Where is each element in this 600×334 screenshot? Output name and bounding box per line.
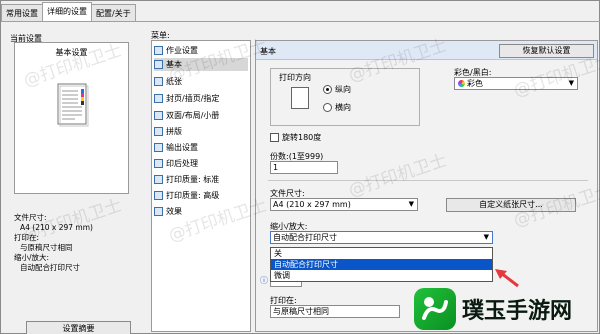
panel-title: 基本 — [260, 47, 276, 56]
quality-advanced-icon — [154, 191, 163, 200]
tab-divider — [1, 21, 600, 22]
copies-input[interactable]: 1 — [270, 161, 338, 174]
logo-badge-icon — [414, 288, 456, 330]
color-mode-value: 彩色 — [467, 79, 483, 88]
preview-title: 基本设置 — [55, 48, 88, 57]
zoom-dropdown-list: 关 自动配合打印尺寸 微调 — [270, 247, 493, 282]
file-size-select[interactable]: A4 (210 x 297 mm) ▼ — [270, 198, 418, 211]
summary-print-on-label: 打印在: — [14, 233, 40, 242]
rotate-180-label: 旋转180度 — [282, 133, 322, 142]
output-settings-icon — [154, 143, 163, 152]
menu-item-label: 双面/布局/小册 — [166, 111, 220, 120]
imposition-icon — [154, 127, 163, 136]
menu-item-effects[interactable]: 效果 — [154, 205, 248, 218]
menu-item-cover-insert[interactable]: 封页/插页/指定 — [154, 92, 248, 105]
preview-box: 基本设置 — [14, 42, 129, 194]
orientation-group: 打印方向 纵向 横向 — [270, 68, 420, 126]
site-logo: 璞玉手游网 — [414, 286, 598, 332]
portrait-label: 纵向 — [335, 85, 351, 94]
menu-item-output-settings[interactable]: 输出设置 — [154, 141, 248, 154]
current-settings-pane: 当前设置 基本设置 文件尺寸: A4 (210 x 297 mm) 打印在: 与… — [6, 25, 146, 334]
menu-item-label: 基本 — [166, 60, 182, 69]
menu-item-duplex-layout[interactable]: 双面/布局/小册 — [154, 109, 248, 122]
settings-summary: 文件尺寸: A4 (210 x 297 mm) 打印在: 与原稿尺寸相同 缩小/… — [14, 213, 134, 273]
summary-print-on-value: 与原稿尺寸相同 — [20, 243, 73, 252]
cover-insert-icon — [154, 94, 163, 103]
quality-standard-icon — [154, 175, 163, 184]
landscape-label: 横向 — [335, 103, 351, 112]
chevron-down-icon: ▼ — [568, 79, 574, 87]
printer-settings-window: 常用设置 详细的设置 配置/关于 当前设置 基本设置 文件尺寸: A4 (210… — [0, 0, 600, 334]
tab-detailed-settings[interactable]: 详细的设置 — [42, 2, 92, 21]
menu-item-quality-standard[interactable]: 打印质量: 标准 — [154, 173, 248, 186]
color-wheel-icon — [458, 80, 465, 87]
panel-header: 基本 恢复默认设置 — [256, 41, 597, 60]
menu-item-finishing[interactable]: 印后处理 — [154, 157, 248, 170]
summary-zoom-value: 自动配合打印尺寸 — [20, 263, 80, 272]
color-mode-select[interactable]: 彩色 ▼ — [454, 77, 578, 90]
paper-icon — [154, 77, 163, 86]
menu-item-label: 拼版 — [166, 127, 182, 136]
logo-text: 璞玉手游网 — [462, 299, 573, 324]
menu-item-paper[interactable]: 纸张 — [154, 75, 248, 88]
zoom-select[interactable]: 自动配合打印尺寸 ▼ — [270, 231, 493, 244]
chevron-down-icon: ▼ — [408, 200, 414, 208]
tab-common-settings[interactable]: 常用设置 — [1, 4, 43, 21]
settings-summary-button[interactable]: 设置摘要 — [26, 321, 131, 334]
menu-item-basic[interactable]: 基本 — [154, 58, 248, 71]
summary-zoom-label: 缩小/放大: — [14, 253, 50, 262]
effects-icon — [154, 207, 163, 216]
menu-item-label: 作业设置 — [166, 46, 198, 55]
finishing-icon — [154, 159, 163, 168]
chevron-down-icon: ▼ — [483, 233, 489, 241]
print-on-select[interactable]: 与原稿尺寸相同 — [270, 305, 400, 318]
zoom-option-auto-fit[interactable]: 自动配合打印尺寸 — [271, 259, 492, 270]
settings-menu: 作业设置 基本 纸张 封页/插页/指定 双面/布局/小册 拼版 输出设置 印后处… — [151, 40, 251, 332]
menu-item-imposition[interactable]: 拼版 — [154, 125, 248, 138]
page-preview-icon — [57, 83, 89, 127]
summary-file-size-value: A4 (210 x 297 mm) — [20, 223, 93, 232]
menu-item-label: 印后处理 — [166, 159, 198, 168]
zoom-value: 自动配合打印尺寸 — [273, 233, 337, 242]
landscape-radio[interactable]: 横向 — [323, 102, 351, 113]
orientation-label: 打印方向 — [279, 73, 311, 82]
info-icon: ⓘ — [260, 276, 268, 285]
menu-item-label: 封页/插页/指定 — [166, 94, 220, 103]
checkbox-box — [270, 133, 279, 142]
zoom-option-fine-adjust[interactable]: 微调 — [271, 270, 492, 281]
file-size-value: A4 (210 x 297 mm) — [273, 200, 351, 209]
restore-defaults-button[interactable]: 恢复默认设置 — [499, 44, 594, 58]
menu-item-label: 输出设置 — [166, 143, 198, 152]
duplex-layout-icon — [154, 111, 163, 120]
menu-item-quality-advanced[interactable]: 打印质量: 高级 — [154, 189, 248, 202]
radio-dot — [323, 85, 332, 94]
menu-item-label: 纸张 — [166, 77, 182, 86]
tab-bar: 常用设置 详细的设置 配置/关于 — [1, 2, 136, 21]
summary-file-size-label: 文件尺寸: — [14, 213, 47, 222]
menu-item-label: 效果 — [166, 207, 182, 216]
job-settings-icon — [154, 46, 163, 55]
zoom-option-off[interactable]: 关 — [271, 248, 492, 259]
menu-item-label: 打印质量: 高级 — [166, 191, 220, 200]
tab-config-about[interactable]: 配置/关于 — [91, 4, 136, 21]
rotate-180-checkbox[interactable]: 旋转180度 — [270, 132, 321, 143]
radio-dot — [323, 103, 332, 112]
basic-icon — [154, 60, 163, 69]
menu-item-job-settings[interactable]: 作业设置 — [154, 44, 248, 57]
portrait-doc-icon — [291, 87, 309, 109]
separator — [268, 180, 588, 181]
portrait-radio[interactable]: 纵向 — [323, 84, 351, 95]
custom-paper-size-button[interactable]: 自定义纸张尺寸... — [446, 198, 576, 212]
menu-item-label: 打印质量: 标准 — [166, 175, 220, 184]
